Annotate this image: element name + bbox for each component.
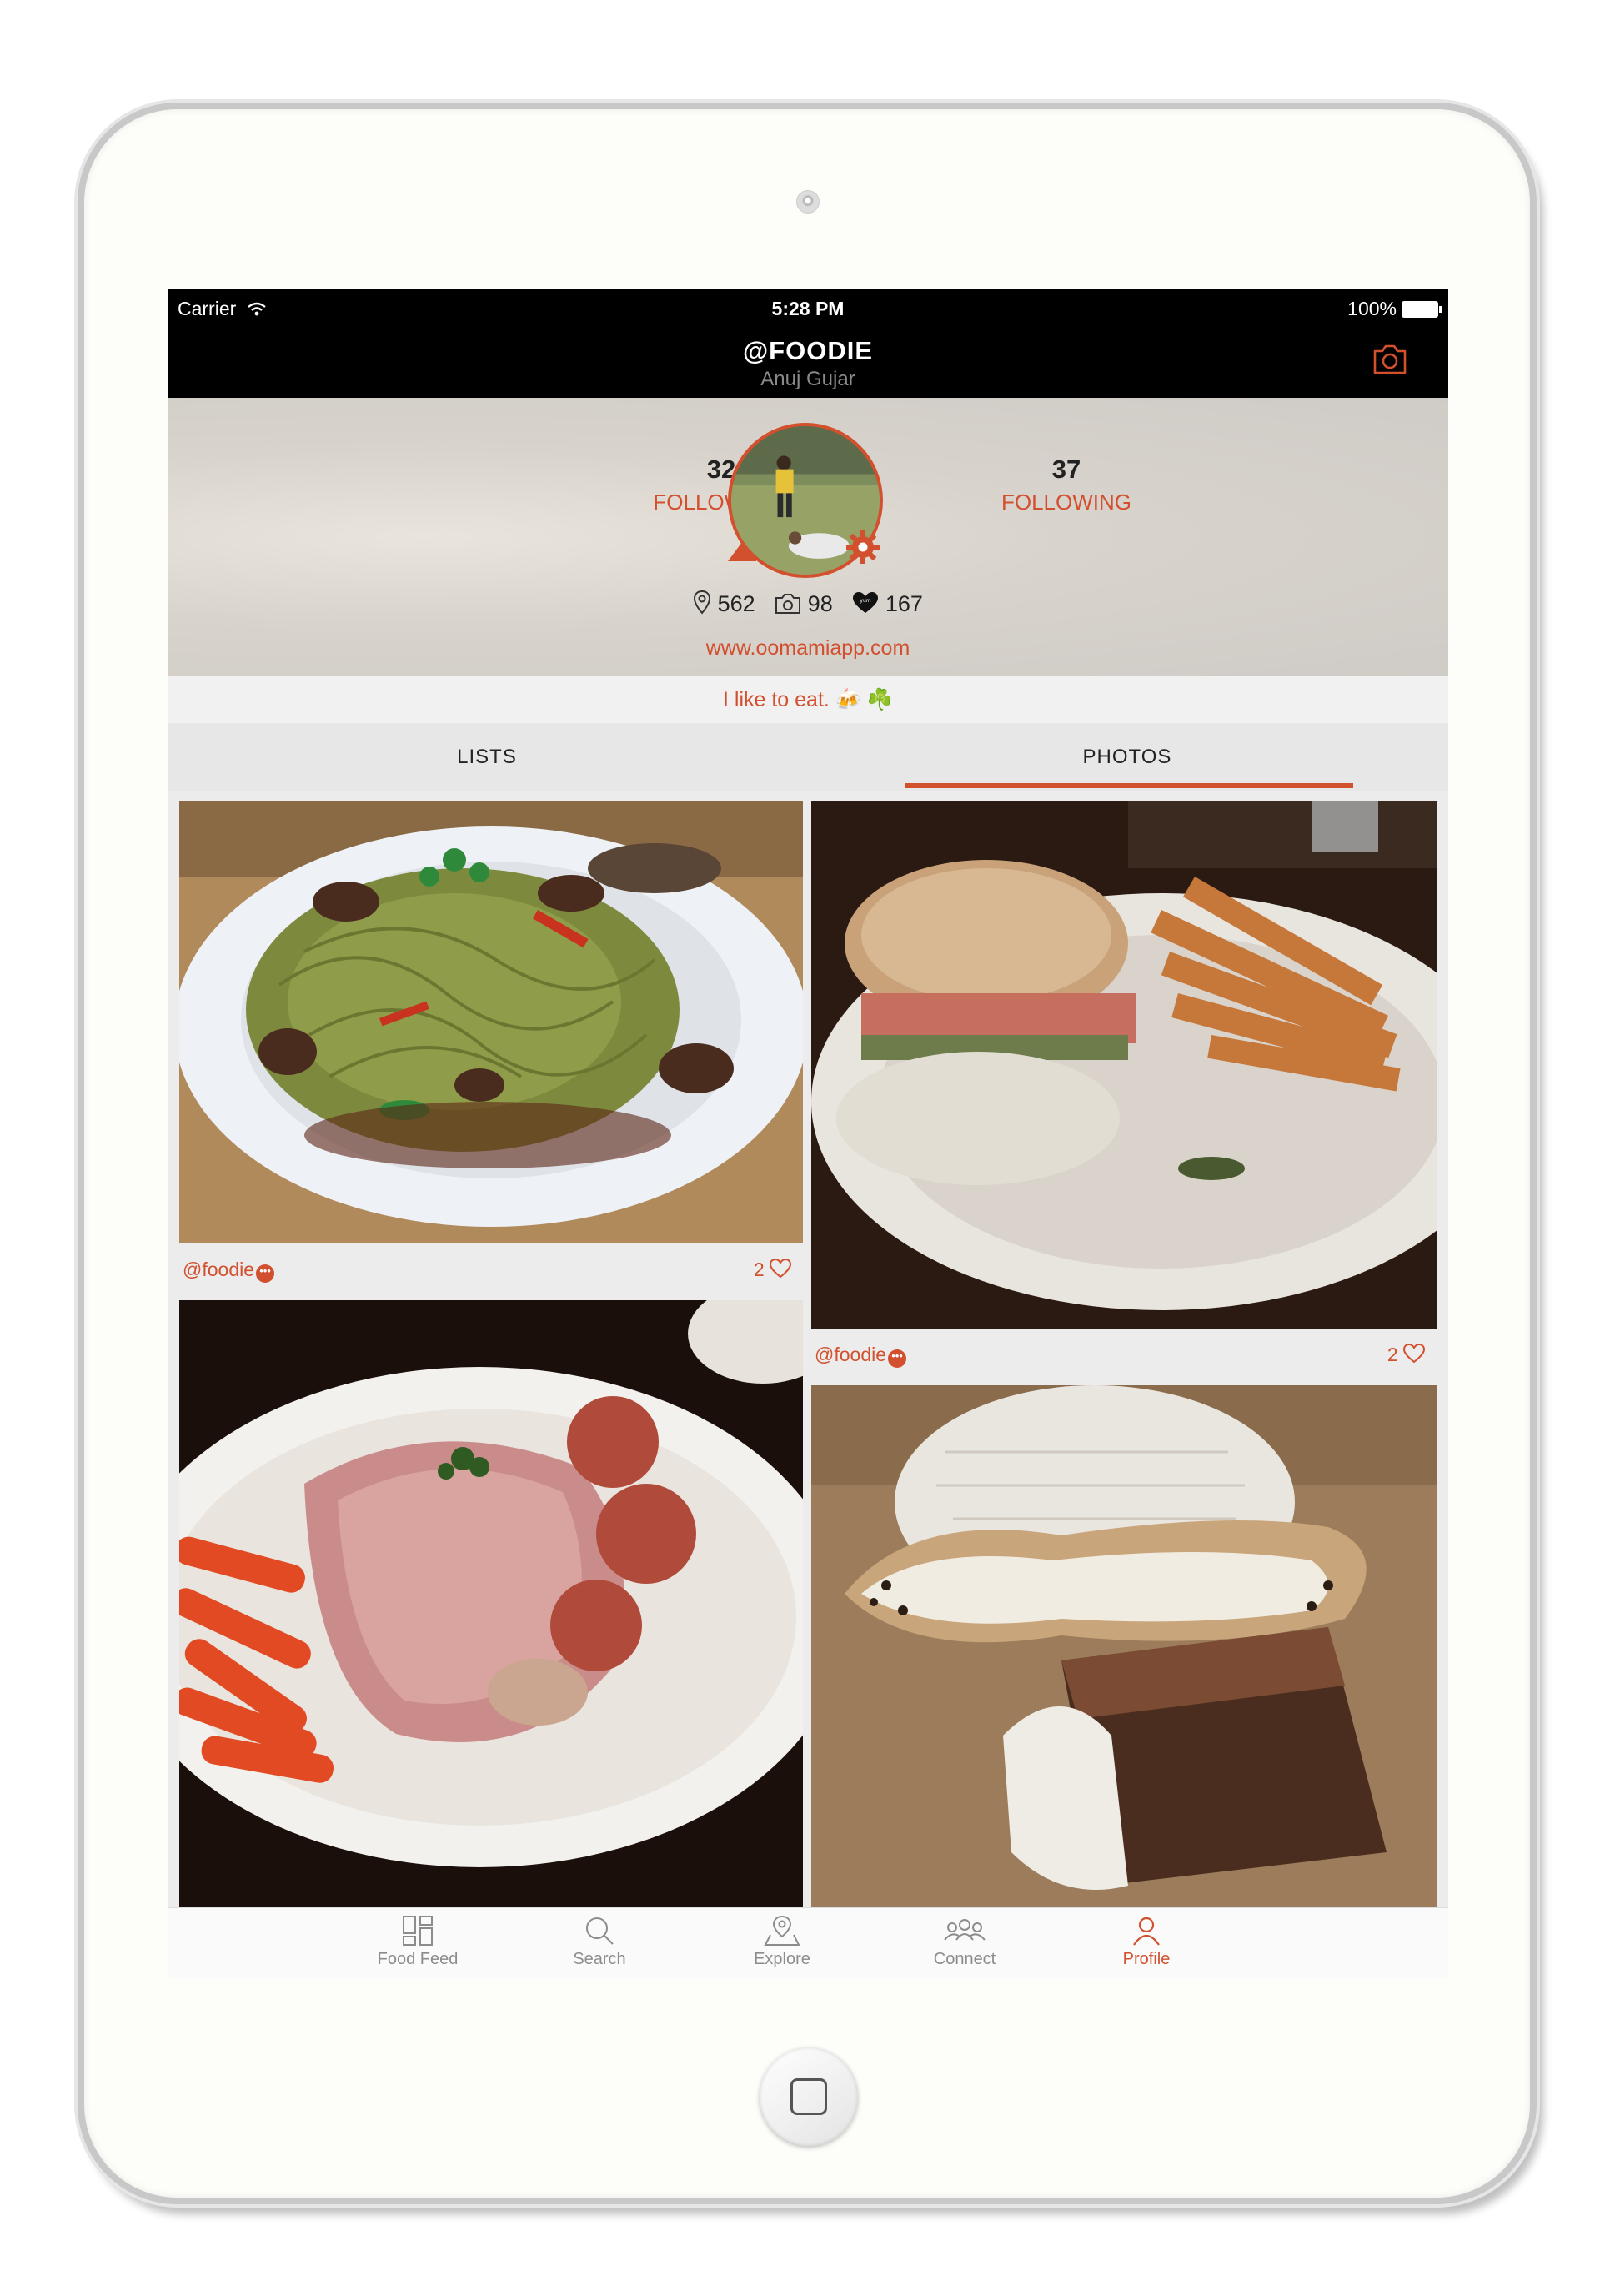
photo-card[interactable]: @foodie ••• 2 [811, 801, 1437, 1379]
photo-footer: @foodie ••• 2 [811, 1332, 1437, 1379]
profile-handle: @FOODIE [742, 336, 874, 365]
food-feed-icon [403, 1916, 433, 1946]
yums-count: yum 167 [852, 591, 923, 616]
tab-profile[interactable]: Profile [1055, 1908, 1238, 1978]
explore-icon [764, 1915, 800, 1946]
svg-text:yum: yum [860, 598, 871, 604]
profile-header: 32 FOLLOWERS 37 FOLLOWING 562 98 yum 167… [168, 398, 1448, 676]
status-bar: Carrier 5:28 PM 100% [168, 289, 1448, 328]
food-photo-noodles[interactable] [179, 801, 803, 1243]
tab-photos[interactable]: PHOTOS [806, 723, 1448, 791]
photo-grid: @foodie ••• 2 @foodie ••• 2 [168, 791, 1448, 1907]
photo-likes[interactable]: 2 [1387, 1343, 1426, 1366]
nav-bar: @FOODIE Anuj Gujar [168, 328, 1448, 398]
battery-icon [1402, 301, 1442, 319]
tab-lists[interactable]: LISTS [168, 723, 806, 791]
tab-search[interactable]: Search [508, 1908, 691, 1978]
profile-icon [1133, 1917, 1160, 1946]
heart-outline-icon [769, 1258, 792, 1279]
tab-connect[interactable]: Connect [873, 1908, 1056, 1978]
food-photo-burger[interactable] [811, 801, 1437, 1329]
profile-counts: 562 98 yum 167 [168, 590, 1448, 617]
following-count: 37 [1051, 455, 1081, 484]
places-count: 562 [693, 590, 761, 616]
comment-icon: ••• [888, 1349, 907, 1368]
tab-bar: Food Feed Search Explore Connect Profile [168, 1907, 1448, 1978]
tab-explore[interactable]: Explore [690, 1908, 874, 1978]
heart-yum-icon: yum [853, 592, 879, 613]
comment-icon: ••• [256, 1264, 275, 1283]
front-camera [796, 190, 820, 214]
tab-food-feed[interactable]: Food Feed [326, 1908, 509, 1978]
pin-icon [694, 590, 711, 615]
connect-icon [944, 1919, 986, 1941]
battery-indicator: 100% [1347, 298, 1442, 320]
wifi-icon [247, 302, 266, 315]
food-photo-corned-beef[interactable] [179, 1300, 803, 1907]
profile-bio: I like to eat. 🍻 ☘️ [168, 676, 1448, 723]
search-icon [586, 1917, 614, 1945]
active-tab-indicator [905, 783, 1353, 788]
photo-card[interactable]: @foodie ••• 2 [179, 801, 803, 1295]
profile-tabs: LISTS PHOTOS [168, 723, 1448, 791]
camera-small-icon [775, 594, 801, 614]
app-screen: Carrier 5:28 PM 100% @FOODIE Anuj Gujar … [168, 289, 1448, 1978]
photo-footer: @foodie ••• 2 [179, 1247, 803, 1294]
photo-likes[interactable]: 2 [754, 1258, 792, 1281]
food-photo-cannoli[interactable] [811, 1385, 1437, 1907]
carrier-label: Carrier [178, 298, 267, 320]
following-stat[interactable]: 37 FOLLOWING [983, 455, 1150, 515]
clock: 5:28 PM [771, 297, 845, 319]
home-button[interactable] [760, 2047, 858, 2146]
settings-gear-icon[interactable] [843, 527, 883, 567]
photos-count: 98 [775, 591, 839, 616]
website-link[interactable]: www.oomamiapp.com [168, 636, 1448, 661]
photo-author[interactable]: @foodie ••• [815, 1344, 907, 1368]
camera-icon[interactable] [1372, 343, 1408, 376]
photo-author[interactable]: @foodie ••• [183, 1259, 275, 1283]
profile-name: Anuj Gujar [760, 368, 855, 390]
photo-card[interactable] [811, 1385, 1437, 1907]
heart-outline-icon [1402, 1343, 1426, 1364]
photo-card[interactable] [179, 1300, 803, 1907]
following-label: FOLLOWING [1001, 490, 1131, 515]
